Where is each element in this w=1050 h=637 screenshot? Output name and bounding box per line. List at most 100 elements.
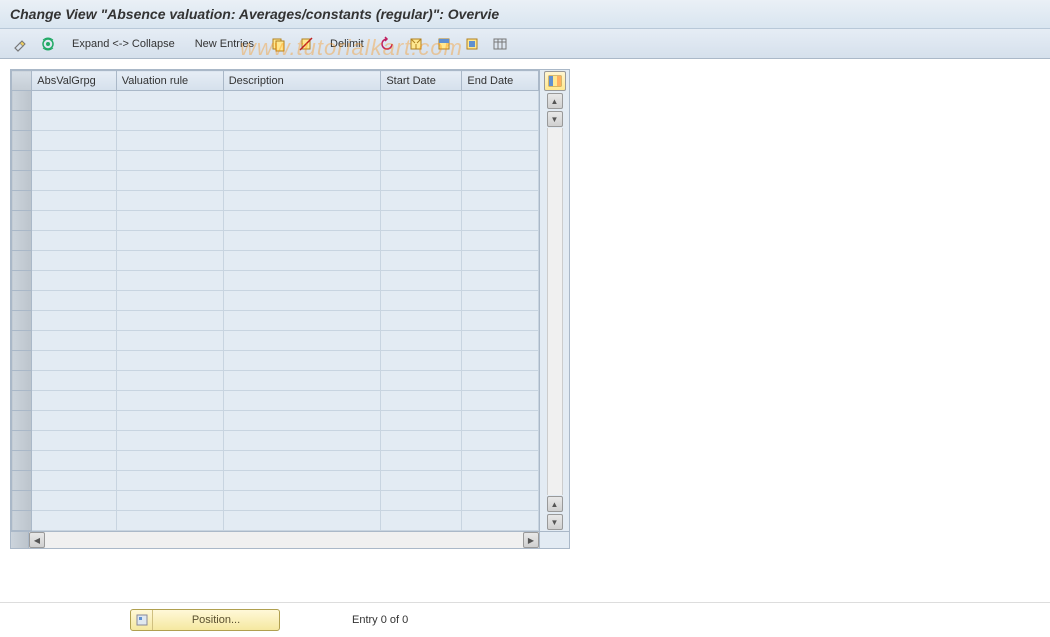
cell-description[interactable] xyxy=(223,391,381,411)
position-button[interactable]: Position... xyxy=(130,609,280,631)
toggle-display-change-icon[interactable] xyxy=(10,34,30,54)
cell-end-date[interactable] xyxy=(462,231,539,251)
cell-absvalgrpg[interactable] xyxy=(32,511,116,531)
cell-end-date[interactable] xyxy=(462,211,539,231)
cell-description[interactable] xyxy=(223,331,381,351)
column-header-valuation-rule[interactable]: Valuation rule xyxy=(116,71,223,91)
column-header-start-date[interactable]: Start Date xyxy=(381,71,462,91)
cell-end-date[interactable] xyxy=(462,111,539,131)
cell-description[interactable] xyxy=(223,171,381,191)
cell-start-date[interactable] xyxy=(381,191,462,211)
cell-absvalgrpg[interactable] xyxy=(32,231,116,251)
row-selector[interactable] xyxy=(12,251,32,271)
cell-valuation-rule[interactable] xyxy=(116,411,223,431)
cell-description[interactable] xyxy=(223,491,381,511)
row-selector[interactable] xyxy=(12,411,32,431)
cell-absvalgrpg[interactable] xyxy=(32,91,116,111)
row-selector[interactable] xyxy=(12,431,32,451)
configure-columns-button[interactable] xyxy=(544,71,566,91)
cell-start-date[interactable] xyxy=(381,371,462,391)
cell-end-date[interactable] xyxy=(462,191,539,211)
row-selector-header[interactable] xyxy=(12,71,32,91)
cell-absvalgrpg[interactable] xyxy=(32,451,116,471)
new-entries-button[interactable]: New Entries xyxy=(189,36,260,52)
row-selector[interactable] xyxy=(12,451,32,471)
cell-end-date[interactable] xyxy=(462,91,539,111)
row-selector[interactable] xyxy=(12,371,32,391)
row-selector[interactable] xyxy=(12,491,32,511)
cell-end-date[interactable] xyxy=(462,431,539,451)
cell-description[interactable] xyxy=(223,511,381,531)
cell-description[interactable] xyxy=(223,271,381,291)
cell-start-date[interactable] xyxy=(381,151,462,171)
cell-end-date[interactable] xyxy=(462,391,539,411)
cell-absvalgrpg[interactable] xyxy=(32,351,116,371)
cell-description[interactable] xyxy=(223,251,381,271)
cell-valuation-rule[interactable] xyxy=(116,291,223,311)
cell-valuation-rule[interactable] xyxy=(116,431,223,451)
cell-start-date[interactable] xyxy=(381,351,462,371)
row-selector[interactable] xyxy=(12,171,32,191)
cell-description[interactable] xyxy=(223,371,381,391)
cell-absvalgrpg[interactable] xyxy=(32,171,116,191)
cell-start-date[interactable] xyxy=(381,431,462,451)
cell-end-date[interactable] xyxy=(462,511,539,531)
expand-collapse-button[interactable]: Expand <-> Collapse xyxy=(66,36,181,52)
cell-valuation-rule[interactable] xyxy=(116,151,223,171)
cell-valuation-rule[interactable] xyxy=(116,211,223,231)
cell-end-date[interactable] xyxy=(462,251,539,271)
cell-start-date[interactable] xyxy=(381,211,462,231)
select-all-icon[interactable] xyxy=(406,34,426,54)
horizontal-scrollbar-track[interactable]: ◀ ▶ xyxy=(29,532,539,548)
cell-absvalgrpg[interactable] xyxy=(32,131,116,151)
cell-description[interactable] xyxy=(223,111,381,131)
cell-valuation-rule[interactable] xyxy=(116,231,223,251)
cell-absvalgrpg[interactable] xyxy=(32,411,116,431)
cell-description[interactable] xyxy=(223,211,381,231)
cell-valuation-rule[interactable] xyxy=(116,311,223,331)
row-selector[interactable] xyxy=(12,151,32,171)
cell-absvalgrpg[interactable] xyxy=(32,151,116,171)
cell-start-date[interactable] xyxy=(381,471,462,491)
cell-start-date[interactable] xyxy=(381,411,462,431)
cell-end-date[interactable] xyxy=(462,131,539,151)
cell-start-date[interactable] xyxy=(381,131,462,151)
row-selector[interactable] xyxy=(12,111,32,131)
cell-absvalgrpg[interactable] xyxy=(32,251,116,271)
row-selector[interactable] xyxy=(12,211,32,231)
cell-valuation-rule[interactable] xyxy=(116,271,223,291)
cell-absvalgrpg[interactable] xyxy=(32,471,116,491)
cell-description[interactable] xyxy=(223,151,381,171)
scroll-page-up-button[interactable]: ▼ xyxy=(547,111,563,127)
cell-end-date[interactable] xyxy=(462,351,539,371)
cell-start-date[interactable] xyxy=(381,451,462,471)
cell-description[interactable] xyxy=(223,191,381,211)
cell-description[interactable] xyxy=(223,311,381,331)
cell-end-date[interactable] xyxy=(462,411,539,431)
row-selector[interactable] xyxy=(12,511,32,531)
cell-start-date[interactable] xyxy=(381,91,462,111)
row-selector[interactable] xyxy=(12,471,32,491)
table-settings-icon[interactable] xyxy=(490,34,510,54)
cell-start-date[interactable] xyxy=(381,111,462,131)
select-block-icon[interactable] xyxy=(434,34,454,54)
vertical-scrollbar-track[interactable] xyxy=(547,128,563,495)
cell-start-date[interactable] xyxy=(381,171,462,191)
cell-absvalgrpg[interactable] xyxy=(32,431,116,451)
cell-description[interactable] xyxy=(223,431,381,451)
cell-end-date[interactable] xyxy=(462,171,539,191)
scroll-up-button[interactable]: ▲ xyxy=(547,93,563,109)
cell-absvalgrpg[interactable] xyxy=(32,311,116,331)
cell-valuation-rule[interactable] xyxy=(116,331,223,351)
deselect-all-icon[interactable] xyxy=(462,34,482,54)
cell-absvalgrpg[interactable] xyxy=(32,331,116,351)
column-header-end-date[interactable]: End Date xyxy=(462,71,539,91)
cell-description[interactable] xyxy=(223,471,381,491)
cell-valuation-rule[interactable] xyxy=(116,91,223,111)
cell-valuation-rule[interactable] xyxy=(116,131,223,151)
cell-description[interactable] xyxy=(223,91,381,111)
row-selector[interactable] xyxy=(12,131,32,151)
row-selector[interactable] xyxy=(12,191,32,211)
cell-valuation-rule[interactable] xyxy=(116,111,223,131)
cell-absvalgrpg[interactable] xyxy=(32,191,116,211)
